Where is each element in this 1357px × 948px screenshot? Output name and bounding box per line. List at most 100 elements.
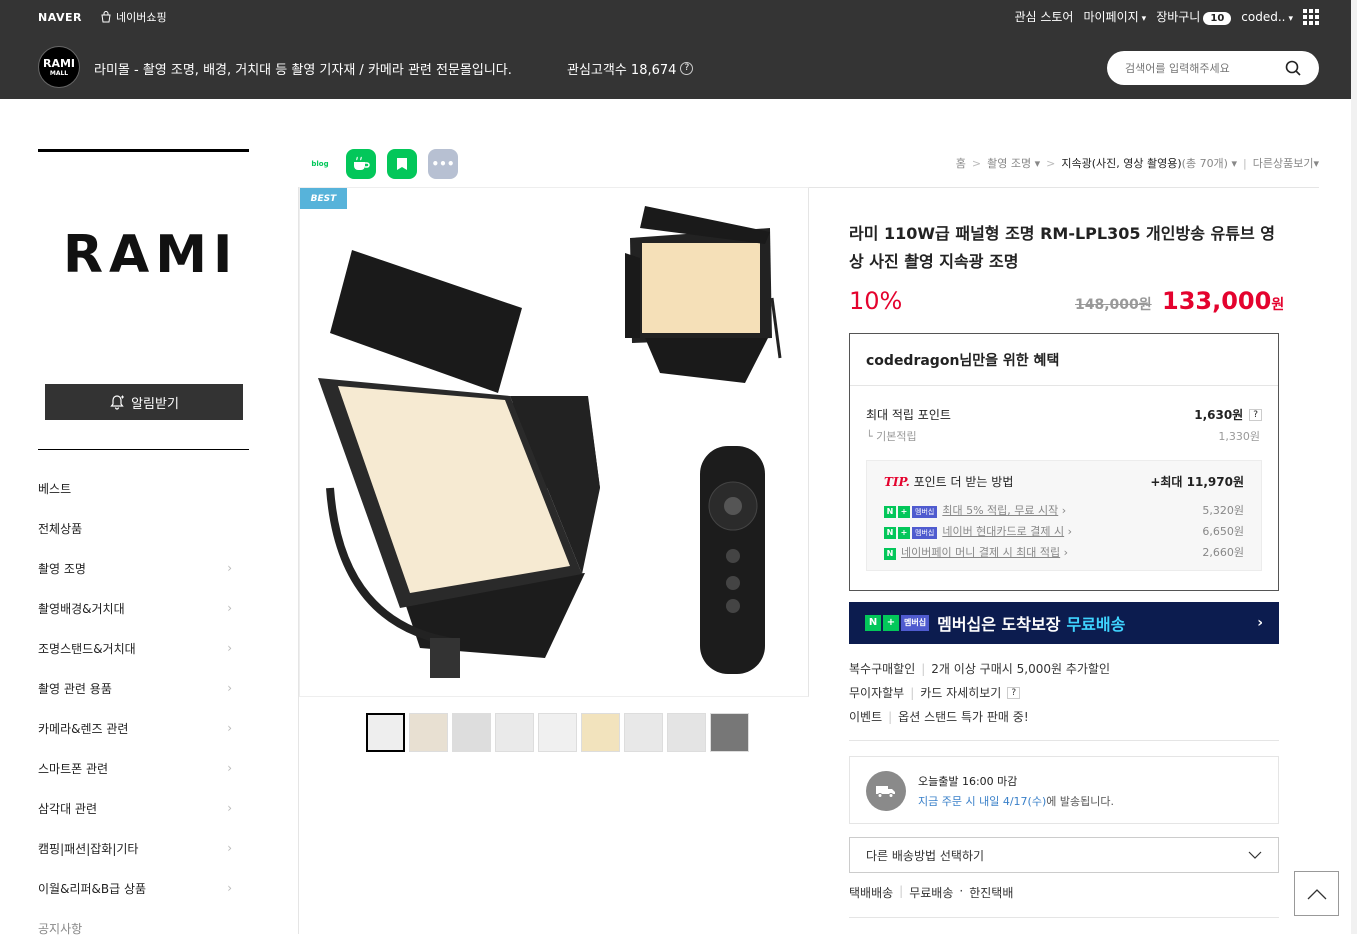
follower-label: 관심고객수 18,674 (567, 63, 677, 78)
breadcrumb-cat1[interactable]: 촬영 조명 ▾ (987, 155, 1040, 171)
shipping-eta-highlight: 지금 주문 시 내일 4/17(수) (918, 795, 1047, 808)
chevron-right-icon: › (227, 841, 232, 855)
divider (38, 449, 249, 450)
tip-box: TIP. 포인트 더 받는 방법 +최대 11,970원 N + 멤버십 최대 5% … (866, 460, 1262, 571)
mypage-menu[interactable]: 마이페이지 (1083, 8, 1146, 25)
breadcrumb-cat1-label: 촬영 조명 (987, 157, 1032, 170)
talktalk-share-icon[interactable] (387, 149, 417, 179)
category-item-stand[interactable]: 조명스탠드&거치대 › (38, 628, 238, 668)
breadcrumb-count: (총 70개) (1181, 157, 1228, 170)
user-menu[interactable]: coded.. (1241, 10, 1293, 24)
interest-store-link[interactable]: 관심 스토어 (1014, 8, 1073, 25)
naver-pay-icon: N (884, 548, 896, 560)
help-icon[interactable]: ? (680, 62, 694, 75)
membership-banner[interactable]: N + 멤버십 멤버십은 도착보장 무료배송 › (849, 602, 1279, 644)
shipping-eta-rest: 에 발송됩니다. (1046, 795, 1114, 808)
card-detail-link[interactable]: 카드 자세히보기 (920, 684, 1001, 701)
tip-row-text: 네이버 현대카드로 결제 시 (942, 525, 1065, 538)
chevron-right-icon: › (227, 801, 232, 815)
naver-shopping-link[interactable]: 네이버쇼핑 (100, 9, 167, 25)
category-item-camera-lens[interactable]: 카메라&렌즈 관련 › (38, 708, 238, 748)
blog-share-icon[interactable]: blog (305, 149, 335, 179)
chevron-right-icon: › (227, 681, 232, 695)
cafe-share-icon[interactable] (346, 149, 376, 179)
apps-grid-icon[interactable] (1303, 8, 1319, 25)
sidebar: RAMI 알림받기 베스트 전체상품 촬영 조명 › 촬영배경&거치대 › 조명스탠… (38, 99, 250, 936)
search-box[interactable] (1107, 51, 1319, 85)
thumbnail[interactable] (624, 713, 663, 752)
thumbnail[interactable] (409, 713, 448, 752)
product-main-image[interactable]: BEST (299, 187, 809, 697)
naver-logo[interactable]: NAVER (38, 11, 82, 24)
more-share-icon[interactable]: ••• (428, 149, 458, 179)
thumbnail[interactable] (495, 713, 534, 752)
thumbnail[interactable] (667, 713, 706, 752)
category-item-smartphone[interactable]: 스마트폰 관련 › (38, 748, 238, 788)
category-item-tripod[interactable]: 삼각대 관련 › (38, 788, 238, 828)
thumbnail[interactable] (581, 713, 620, 752)
category-item-notice[interactable]: 공지사항 (38, 908, 238, 948)
category-item-backdrop[interactable]: 촬영배경&거치대 › (38, 588, 238, 628)
follower-count: 관심고객수 18,674 ? (567, 59, 694, 78)
thumbnail[interactable] (366, 713, 405, 752)
original-price: 148,000원 (1075, 297, 1152, 313)
breadcrumb-separator: | (1243, 156, 1247, 170)
chevron-right-icon: › (227, 721, 232, 735)
category-label: 삼각대 관련 (38, 801, 98, 816)
share-icons: blog ••• (305, 149, 458, 179)
max-point-row: 최대 적립 포인트 1,630원? (866, 406, 1262, 423)
bell-plus-icon (110, 395, 125, 410)
price-unit: 원 (1271, 297, 1285, 313)
scrollbar[interactable] (1351, 0, 1357, 934)
cart-link[interactable]: 장바구니 10 (1156, 8, 1232, 25)
banner-highlight: 무료배송 (1066, 615, 1126, 634)
shipping-carrier: 한진택배 (969, 886, 1014, 900)
alarm-button[interactable]: 알림받기 (45, 384, 243, 420)
tip-row[interactable]: N 네이버페이 머니 결제 시 최대 적립 › 2,660원 (884, 544, 1244, 560)
shipping-eta: 지금 주문 시 내일 4/17(수)에 발송됩니다. (918, 793, 1114, 809)
breadcrumb-cat2[interactable]: 지속광(사진, 영상 촬영용)(총 70개) ▾ (1061, 155, 1237, 171)
basic-point-value: 1,330원 (1218, 430, 1260, 443)
cup-icon (354, 156, 370, 170)
category-label: 이월&리퍼&B급 상품 (38, 881, 147, 896)
category-label: 캠핑|패션|잡화|기타 (38, 841, 139, 856)
max-point-label: 최대 적립 포인트 (866, 408, 951, 422)
sale-price: 133,000원 (1162, 287, 1284, 315)
store-logo[interactable]: RAMI MALL (38, 46, 80, 88)
chevron-down-icon (1248, 851, 1262, 859)
category-label: 촬영 조명 (38, 561, 86, 576)
category-item-accessories[interactable]: 촬영 관련 용품 › (38, 668, 238, 708)
naver-plus-badge: N + 멤버십 (884, 506, 938, 518)
membership-badge: 멤버십 (901, 615, 930, 631)
store-logo-text: RAMI (42, 57, 76, 70)
chevron-right-icon: › (227, 601, 232, 615)
breadcrumb-home[interactable]: 홈 (956, 155, 966, 171)
search-input[interactable] (1125, 61, 1275, 75)
category-item-refurb[interactable]: 이월&리퍼&B급 상품 › (38, 868, 238, 908)
help-icon[interactable]: ? (1249, 408, 1262, 421)
chevron-right-icon: › (1257, 615, 1263, 631)
category-item-camping[interactable]: 캠핑|패션|잡화|기타 › (38, 828, 238, 868)
shipping-summary: 택배배송 | 무료배송 · 한진택배 (849, 884, 1014, 900)
category-item-lighting[interactable]: 촬영 조명 › (38, 548, 238, 588)
shipping-type: 택배배송 (849, 886, 894, 900)
tip-row[interactable]: N + 멤버십 네이버 현대카드로 결제 시 › 6,650원 (884, 523, 1244, 539)
tip-row[interactable]: N + 멤버십 최대 5% 적립, 무료 시작 › 5,320원 (884, 502, 1244, 518)
basic-point-row: └ 기본적립 1,330원 (866, 430, 1260, 443)
search-icon[interactable] (1285, 60, 1301, 76)
category-item-best[interactable]: 베스트 (38, 468, 238, 508)
category-item-all[interactable]: 전체상품 (38, 508, 238, 548)
brand-logo[interactable]: RAMI (63, 225, 238, 285)
tip-title: 포인트 더 받는 방법 (913, 475, 1014, 489)
help-icon[interactable]: ? (1007, 686, 1021, 699)
scroll-to-top-button[interactable] (1294, 871, 1339, 916)
thumbnail[interactable] (452, 713, 491, 752)
thumbnail[interactable] (710, 713, 749, 752)
installment-info: 무이자할부 | 카드 자세히보기? (849, 684, 1021, 701)
thumbnail[interactable] (538, 713, 577, 752)
other-products-link[interactable]: 다른상품보기▾ (1253, 155, 1319, 171)
chevron-right-icon: › (227, 761, 232, 775)
extra-label: 이벤트 (849, 710, 883, 724)
divider (809, 187, 1319, 188)
shipping-method-select[interactable]: 다른 배송방법 선택하기 (849, 837, 1279, 873)
